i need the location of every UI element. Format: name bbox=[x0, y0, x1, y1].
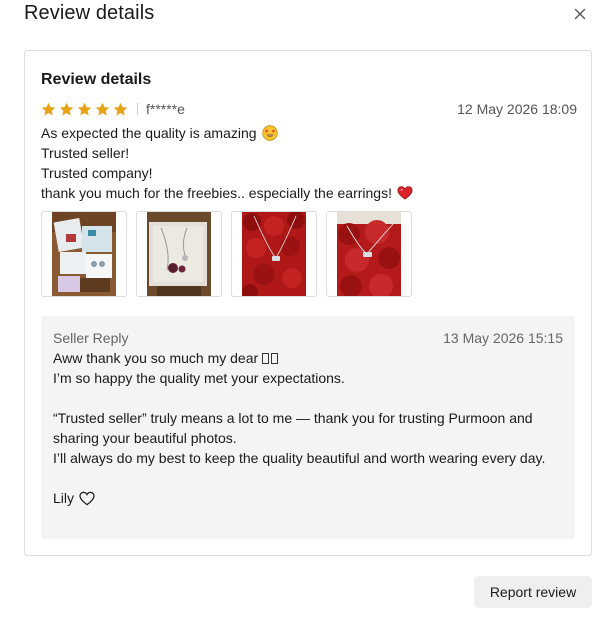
seller-reply-label: Seller Reply bbox=[53, 330, 129, 346]
report-review-button[interactable]: Report review bbox=[474, 576, 592, 608]
reviewer-name: f*****e bbox=[146, 101, 185, 117]
star-icon bbox=[77, 102, 92, 115]
unrendered-glyph-icon bbox=[271, 352, 279, 364]
reply-line: “Trusted seller” truly means a lot to me… bbox=[53, 410, 533, 446]
star-rating bbox=[41, 102, 128, 117]
close-icon bbox=[574, 8, 586, 20]
review-photo-4[interactable] bbox=[326, 211, 412, 297]
review-card: Review details f*****e 12 May 2026 18:09… bbox=[24, 50, 592, 556]
star-icon bbox=[95, 102, 110, 115]
review-text: As expected the quality is amazing Trust… bbox=[41, 123, 571, 203]
seller-reply: Seller Reply 13 May 2026 15:15 Aww thank… bbox=[41, 316, 575, 539]
photo-thumbnail bbox=[242, 212, 306, 296]
review-line: thank you much for the freebies.. especi… bbox=[41, 183, 571, 203]
review-line: Trusted seller! bbox=[41, 145, 130, 161]
review-date: 12 May 2026 18:09 bbox=[457, 101, 577, 117]
star-icon bbox=[41, 102, 56, 115]
review-section-title: Review details bbox=[41, 71, 152, 88]
reply-line: I’ll always do my best to keep the quali… bbox=[53, 450, 546, 466]
reply-line: I’m so happy the quality met your expect… bbox=[53, 370, 345, 386]
seller-reply-date: 13 May 2026 15:15 bbox=[443, 330, 563, 346]
photo-thumbnail bbox=[147, 212, 211, 296]
rating-row: f*****e 12 May 2026 18:09 bbox=[41, 100, 577, 118]
review-line: As expected the quality is amazing bbox=[41, 123, 571, 143]
review-photo-3[interactable] bbox=[231, 211, 317, 297]
modal-title: Review details bbox=[24, 2, 155, 24]
reply-signature: Lily bbox=[53, 488, 563, 508]
review-photo-2[interactable] bbox=[136, 211, 222, 297]
star-icon bbox=[59, 102, 74, 115]
seller-reply-text: Aww thank you so much my dear I’m so hap… bbox=[53, 348, 563, 508]
reply-line: Aww thank you so much my dear bbox=[53, 348, 563, 368]
reply-spacer bbox=[53, 468, 563, 488]
seller-reply-header: Seller Reply 13 May 2026 15:15 bbox=[53, 329, 563, 347]
unrendered-glyph-icon bbox=[262, 352, 270, 364]
reply-spacer bbox=[53, 388, 563, 408]
red-heart-emoji-icon bbox=[397, 186, 413, 200]
review-line: Trusted company! bbox=[41, 165, 153, 181]
star-struck-emoji-icon bbox=[261, 125, 278, 141]
close-button[interactable] bbox=[570, 4, 590, 24]
review-photos bbox=[41, 211, 412, 297]
star-icon bbox=[113, 102, 128, 115]
rating-divider bbox=[137, 103, 138, 115]
review-details-modal: Review details Review details f*****e 12… bbox=[0, 0, 616, 617]
photo-thumbnail bbox=[337, 212, 401, 296]
review-photo-1[interactable] bbox=[41, 211, 127, 297]
photo-thumbnail bbox=[52, 212, 116, 296]
heart-outline-icon bbox=[79, 491, 95, 505]
